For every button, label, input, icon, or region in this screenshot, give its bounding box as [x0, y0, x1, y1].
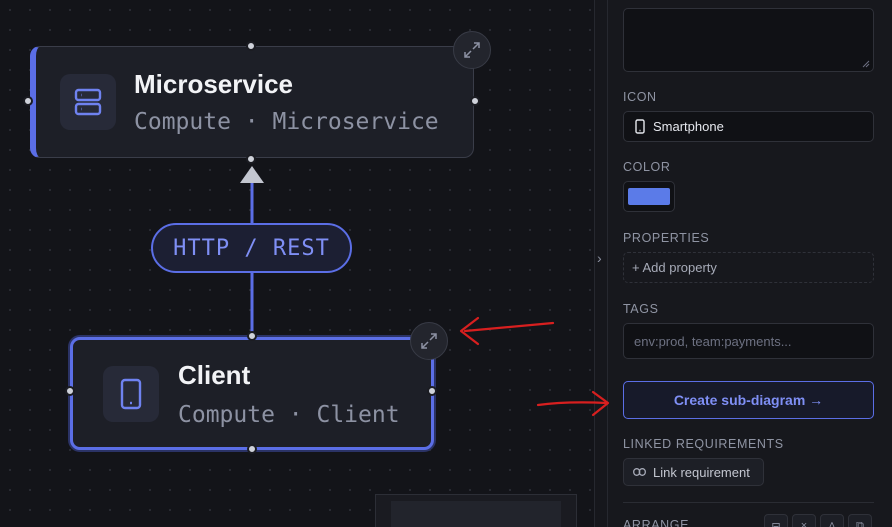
- arrange-label: ARRANGE: [623, 518, 690, 527]
- close-icon[interactable]: ×: [792, 514, 816, 527]
- minimap-viewport: [391, 501, 561, 527]
- chevron-right-icon[interactable]: ›: [597, 250, 602, 266]
- edge-label[interactable]: HTTP / REST: [151, 223, 352, 273]
- link-requirement-button[interactable]: Link requirement: [623, 458, 764, 486]
- description-textarea[interactable]: [623, 8, 874, 72]
- tags-label: TAGS: [623, 302, 659, 316]
- node-title: Microservice: [134, 69, 293, 99]
- link-icon: [633, 468, 646, 476]
- color-picker[interactable]: [623, 181, 675, 212]
- connection-handle-top[interactable]: [247, 331, 257, 341]
- node-microservice[interactable]: Microservice Compute · Microservice: [30, 46, 474, 158]
- smartphone-icon: [103, 366, 159, 422]
- properties-label: PROPERTIES: [623, 231, 710, 245]
- copy-icon[interactable]: ⧉: [848, 514, 872, 527]
- smartphone-icon: [635, 119, 645, 134]
- connection-handle-bottom[interactable]: [247, 444, 257, 454]
- create-subdiagram-button[interactable]: Create sub-diagram →: [623, 381, 874, 419]
- icon-select-value: Smartphone: [653, 119, 724, 134]
- add-property-button[interactable]: + Add property: [623, 252, 874, 283]
- divider: [623, 502, 874, 503]
- color-label: COLOR: [623, 160, 671, 174]
- node-client[interactable]: Client Compute · Client: [70, 337, 434, 450]
- properties-panel: ICON Smartphone COLOR PROPERTIES + Add p…: [608, 0, 892, 527]
- connection-handle-left[interactable]: [23, 96, 33, 106]
- connection-handle-left[interactable]: [65, 386, 75, 396]
- icon-label: ICON: [623, 90, 657, 104]
- color-swatch: [628, 188, 670, 205]
- node-subtitle: Compute · Microservice: [134, 109, 439, 135]
- align-icon[interactable]: ⊟: [764, 514, 788, 527]
- node-subtitle: Compute · Client: [178, 402, 400, 428]
- diagram-canvas[interactable]: HTTP / REST Microservice Compute · Micro…: [0, 0, 594, 527]
- server-icon: [60, 74, 116, 130]
- chevron-up-icon[interactable]: ˄: [820, 514, 844, 527]
- connection-handle-bottom[interactable]: [246, 154, 256, 164]
- edge-label-text: HTTP / REST: [173, 235, 330, 261]
- arrange-toolbar: ⊟ × ˄ ⧉: [764, 514, 872, 527]
- connection-handle-top[interactable]: [246, 41, 256, 51]
- panel-splitter[interactable]: ›: [594, 0, 608, 527]
- expand-icon[interactable]: [453, 31, 491, 69]
- connection-handle-right[interactable]: [427, 386, 437, 396]
- link-requirement-label: Link requirement: [653, 464, 750, 480]
- minimap[interactable]: [375, 494, 577, 527]
- resize-grip-icon[interactable]: [862, 60, 870, 68]
- node-title: Client: [178, 360, 251, 390]
- expand-icon[interactable]: [410, 322, 448, 360]
- icon-select[interactable]: Smartphone: [623, 111, 874, 142]
- tags-input[interactable]: [623, 323, 874, 359]
- linked-requirements-label: LINKED REQUIREMENTS: [623, 437, 784, 451]
- connection-handle-right[interactable]: [470, 96, 480, 106]
